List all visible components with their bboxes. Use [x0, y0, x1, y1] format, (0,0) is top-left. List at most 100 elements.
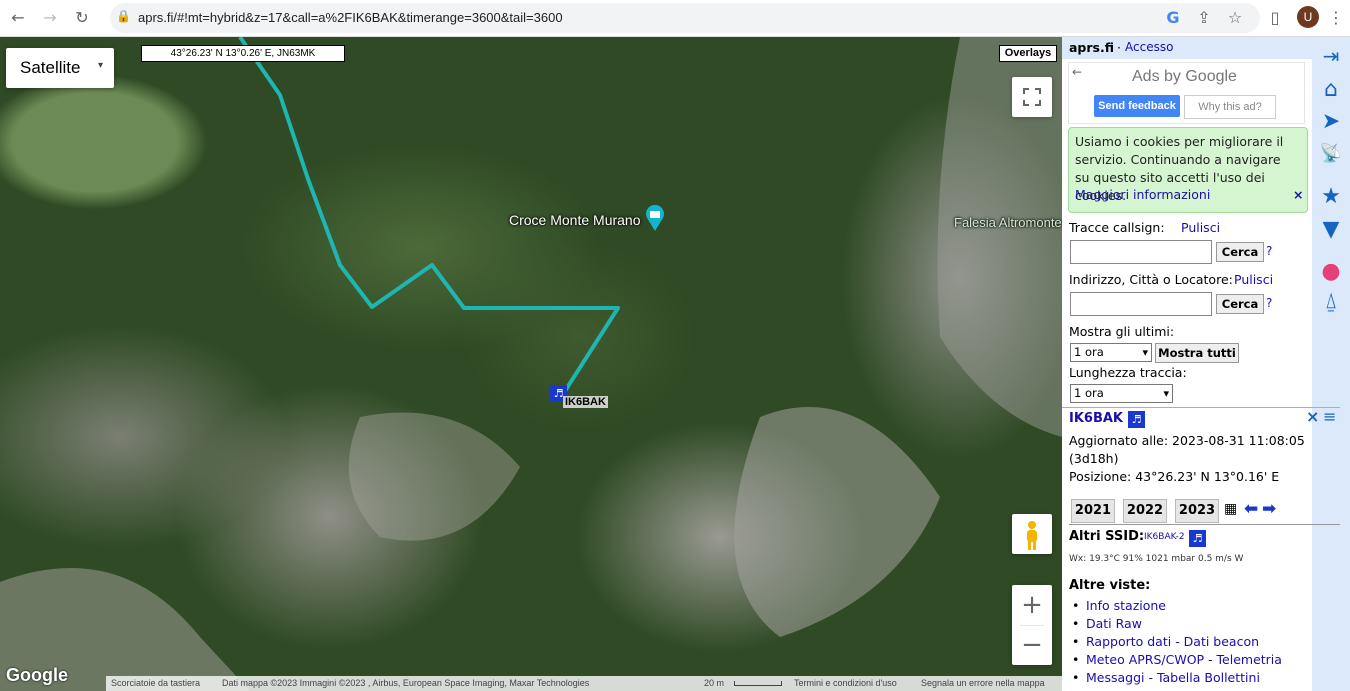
station-callsign[interactable]: IK6BAK: [1069, 411, 1123, 426]
ad-title: Ads by Google: [1132, 68, 1237, 85]
ad-back-icon[interactable]: ←: [1072, 65, 1082, 79]
poi-camera-pin-icon[interactable]: [644, 204, 666, 232]
share-icon[interactable]: ⇪: [1194, 8, 1214, 28]
position-text: Posizione: 43°26.23' N 13°0.16' E: [1069, 469, 1280, 484]
calendar-icon[interactable]: ▦: [1224, 501, 1237, 517]
cursor-coordinates: 43°26.23' N 13°0.26' E, JN63MK: [141, 45, 345, 62]
more-info-link[interactable]: Maggiori informazioni: [1075, 187, 1210, 202]
menu-kebab-icon[interactable]: ⋮: [1326, 8, 1346, 28]
street-view-pegman[interactable]: [1012, 514, 1052, 554]
other-ssid-label: Altri SSID:: [1069, 529, 1145, 544]
satellite-map[interactable]: Satellite ▾ 43°26.23' N 13°0.26' E, JN63…: [0, 37, 1062, 691]
divider: [1062, 407, 1340, 408]
updated-text: Aggiornato alle: 2023-08-31 11:08:05: [1069, 433, 1305, 448]
compass-icon[interactable]: ⍙: [1318, 289, 1344, 315]
track-length-select[interactable]: 1 ora: [1070, 384, 1173, 403]
year-tab-2023[interactable]: 2023: [1175, 499, 1219, 523]
report-error-link[interactable]: Segnala un errore nella mappa: [921, 676, 1045, 691]
track-overlay: [0, 37, 1062, 691]
site-name[interactable]: aprs.fi: [1069, 40, 1114, 55]
map-type-button[interactable]: Satellite ▾: [6, 48, 114, 88]
sidebar: aprs.fi · Accesso ⇥ ⌂ ➤ 📡 ★ ▼ ● ⍙ ← Ads …: [1062, 37, 1350, 691]
scale-bar: [734, 681, 782, 686]
place-label[interactable]: Falesia Altromonte: [954, 215, 1062, 230]
show-last-select[interactable]: 1 ora: [1070, 343, 1152, 362]
address-label: Indirizzo, Città o Locatore:: [1069, 272, 1233, 287]
back-icon[interactable]: ←: [8, 8, 28, 28]
star-icon[interactable]: ★: [1318, 184, 1344, 210]
home-icon[interactable]: ⌂: [1318, 77, 1344, 103]
callsign-input[interactable]: [1070, 240, 1212, 264]
login-arrow-icon[interactable]: ⇥: [1318, 43, 1344, 69]
navigation-arrow-icon[interactable]: ➤: [1318, 109, 1344, 135]
browser-toolbar: ← → ↻ 🔒 aprs.fi/#!mt=hybrid&z=17&call=a%…: [0, 0, 1350, 37]
pegman-icon: [1027, 521, 1037, 550]
url-text[interactable]: aprs.fi/#!mt=hybrid&z=17&call=a%2FIK6BAK…: [138, 10, 563, 25]
reload-icon[interactable]: ↻: [72, 8, 92, 28]
login-link[interactable]: Accesso: [1125, 40, 1173, 54]
filter-icon[interactable]: ▼: [1318, 217, 1344, 243]
side-panel-icon[interactable]: ▯: [1265, 8, 1285, 28]
help-link-1[interactable]: ?: [1266, 244, 1272, 258]
show-last-label: Mostra gli ultimi:: [1069, 324, 1175, 339]
close-icon[interactable]: ×: [1293, 187, 1303, 202]
antenna-icon[interactable]: 📡: [1318, 141, 1344, 167]
close-station-icon[interactable]: ×: [1306, 407, 1319, 426]
zoom-control: + −: [1012, 585, 1052, 665]
prev-arrow-icon[interactable]: ⬅: [1244, 499, 1258, 519]
sidebar-icon-column: ⇥ ⌂ ➤ 📡 ★ ▼ ● ⍙: [1312, 37, 1350, 691]
link-raw-data[interactable]: Dati Raw: [1072, 616, 1142, 631]
dropdown-caret-icon: ▾: [98, 60, 104, 71]
forward-icon[interactable]: →: [40, 8, 60, 28]
poi-label[interactable]: Croce Monte Murano: [509, 212, 641, 228]
overlays-button[interactable]: Overlays: [999, 45, 1057, 62]
track-callsign-label: Tracce callsign:: [1069, 220, 1165, 235]
link-data-report[interactable]: Rapporto dati - Dati beacon: [1072, 634, 1259, 649]
year-tab-2022[interactable]: 2022: [1123, 499, 1167, 523]
fullscreen-icon: [1023, 88, 1041, 106]
google-ad-box: ← Ads by Google Send feedback Why this a…: [1068, 62, 1305, 124]
other-views-heading: Altre viste:: [1069, 578, 1151, 593]
link-weather[interactable]: Meteo APRS/CWOP - Telemetria: [1072, 652, 1282, 667]
clear-track-link[interactable]: Pulisci: [1181, 220, 1220, 235]
station-label[interactable]: IK6BAK: [563, 396, 608, 408]
search-address-button[interactable]: Cerca: [1216, 294, 1264, 314]
zoom-out-button[interactable]: −: [1012, 625, 1052, 665]
terms-link[interactable]: Termini e condizioni d'uso: [794, 676, 897, 691]
scale-label[interactable]: 20 m: [704, 676, 724, 691]
fullscreen-button[interactable]: [1012, 77, 1052, 117]
link-station-info[interactable]: Info stazione: [1072, 598, 1166, 613]
address-bar[interactable]: 🔒 aprs.fi/#!mt=hybrid&z=17&call=a%2FIK6B…: [110, 3, 1260, 33]
link-messages[interactable]: Messaggi - Tabella Bollettini: [1072, 670, 1260, 685]
station-symbol-icon: ♬: [1128, 411, 1145, 428]
next-arrow-icon[interactable]: ➡: [1262, 499, 1276, 519]
map-attribution-bar: Scorciatoie da tastiera Dati mappa ©2023…: [106, 676, 1062, 691]
show-all-button[interactable]: Mostra tutti: [1155, 343, 1239, 363]
clear-address-link[interactable]: Pulisci: [1234, 272, 1273, 287]
balloon-icon[interactable]: ●: [1318, 259, 1344, 285]
sidebar-header: aprs.fi · Accesso: [1062, 37, 1312, 59]
zoom-in-button[interactable]: +: [1012, 585, 1052, 625]
map-type-label: Satellite: [20, 58, 81, 77]
address-input[interactable]: [1070, 292, 1212, 316]
help-link-2[interactable]: ?: [1266, 296, 1272, 310]
year-tab-2021[interactable]: 2021: [1071, 499, 1115, 523]
profile-avatar[interactable]: U: [1297, 6, 1319, 28]
map-data-attribution: Dati mappa ©2023 Immagini ©2023 , Airbus…: [222, 678, 590, 688]
send-feedback-button[interactable]: Send feedback: [1094, 95, 1180, 117]
wx-text: Wx: 19.3°C 91% 1021 mbar 0.5 m/s W: [1069, 554, 1244, 564]
lock-icon[interactable]: 🔒: [116, 9, 131, 23]
google-translate-icon[interactable]: G: [1163, 8, 1183, 28]
bookmark-star-icon[interactable]: ☆: [1225, 8, 1245, 28]
cookie-notice: Usiamo i cookies per migliorare il servi…: [1068, 127, 1308, 213]
track-length-label: Lunghezza traccia:: [1069, 365, 1187, 380]
divider: [1069, 524, 1340, 525]
updated-ago: (3d18h): [1069, 451, 1119, 466]
station-menu-icon[interactable]: ≡: [1323, 407, 1336, 426]
google-logo[interactable]: Google: [6, 665, 68, 686]
other-ssid-link[interactable]: IK6BAK-2: [1144, 532, 1185, 542]
search-callsign-button[interactable]: Cerca: [1216, 242, 1264, 262]
why-this-ad-button[interactable]: Why this ad?: [1184, 95, 1276, 119]
keyboard-shortcuts-link[interactable]: Scorciatoie da tastiera: [111, 676, 200, 691]
ssid-symbol-icon: ♬: [1189, 530, 1206, 547]
